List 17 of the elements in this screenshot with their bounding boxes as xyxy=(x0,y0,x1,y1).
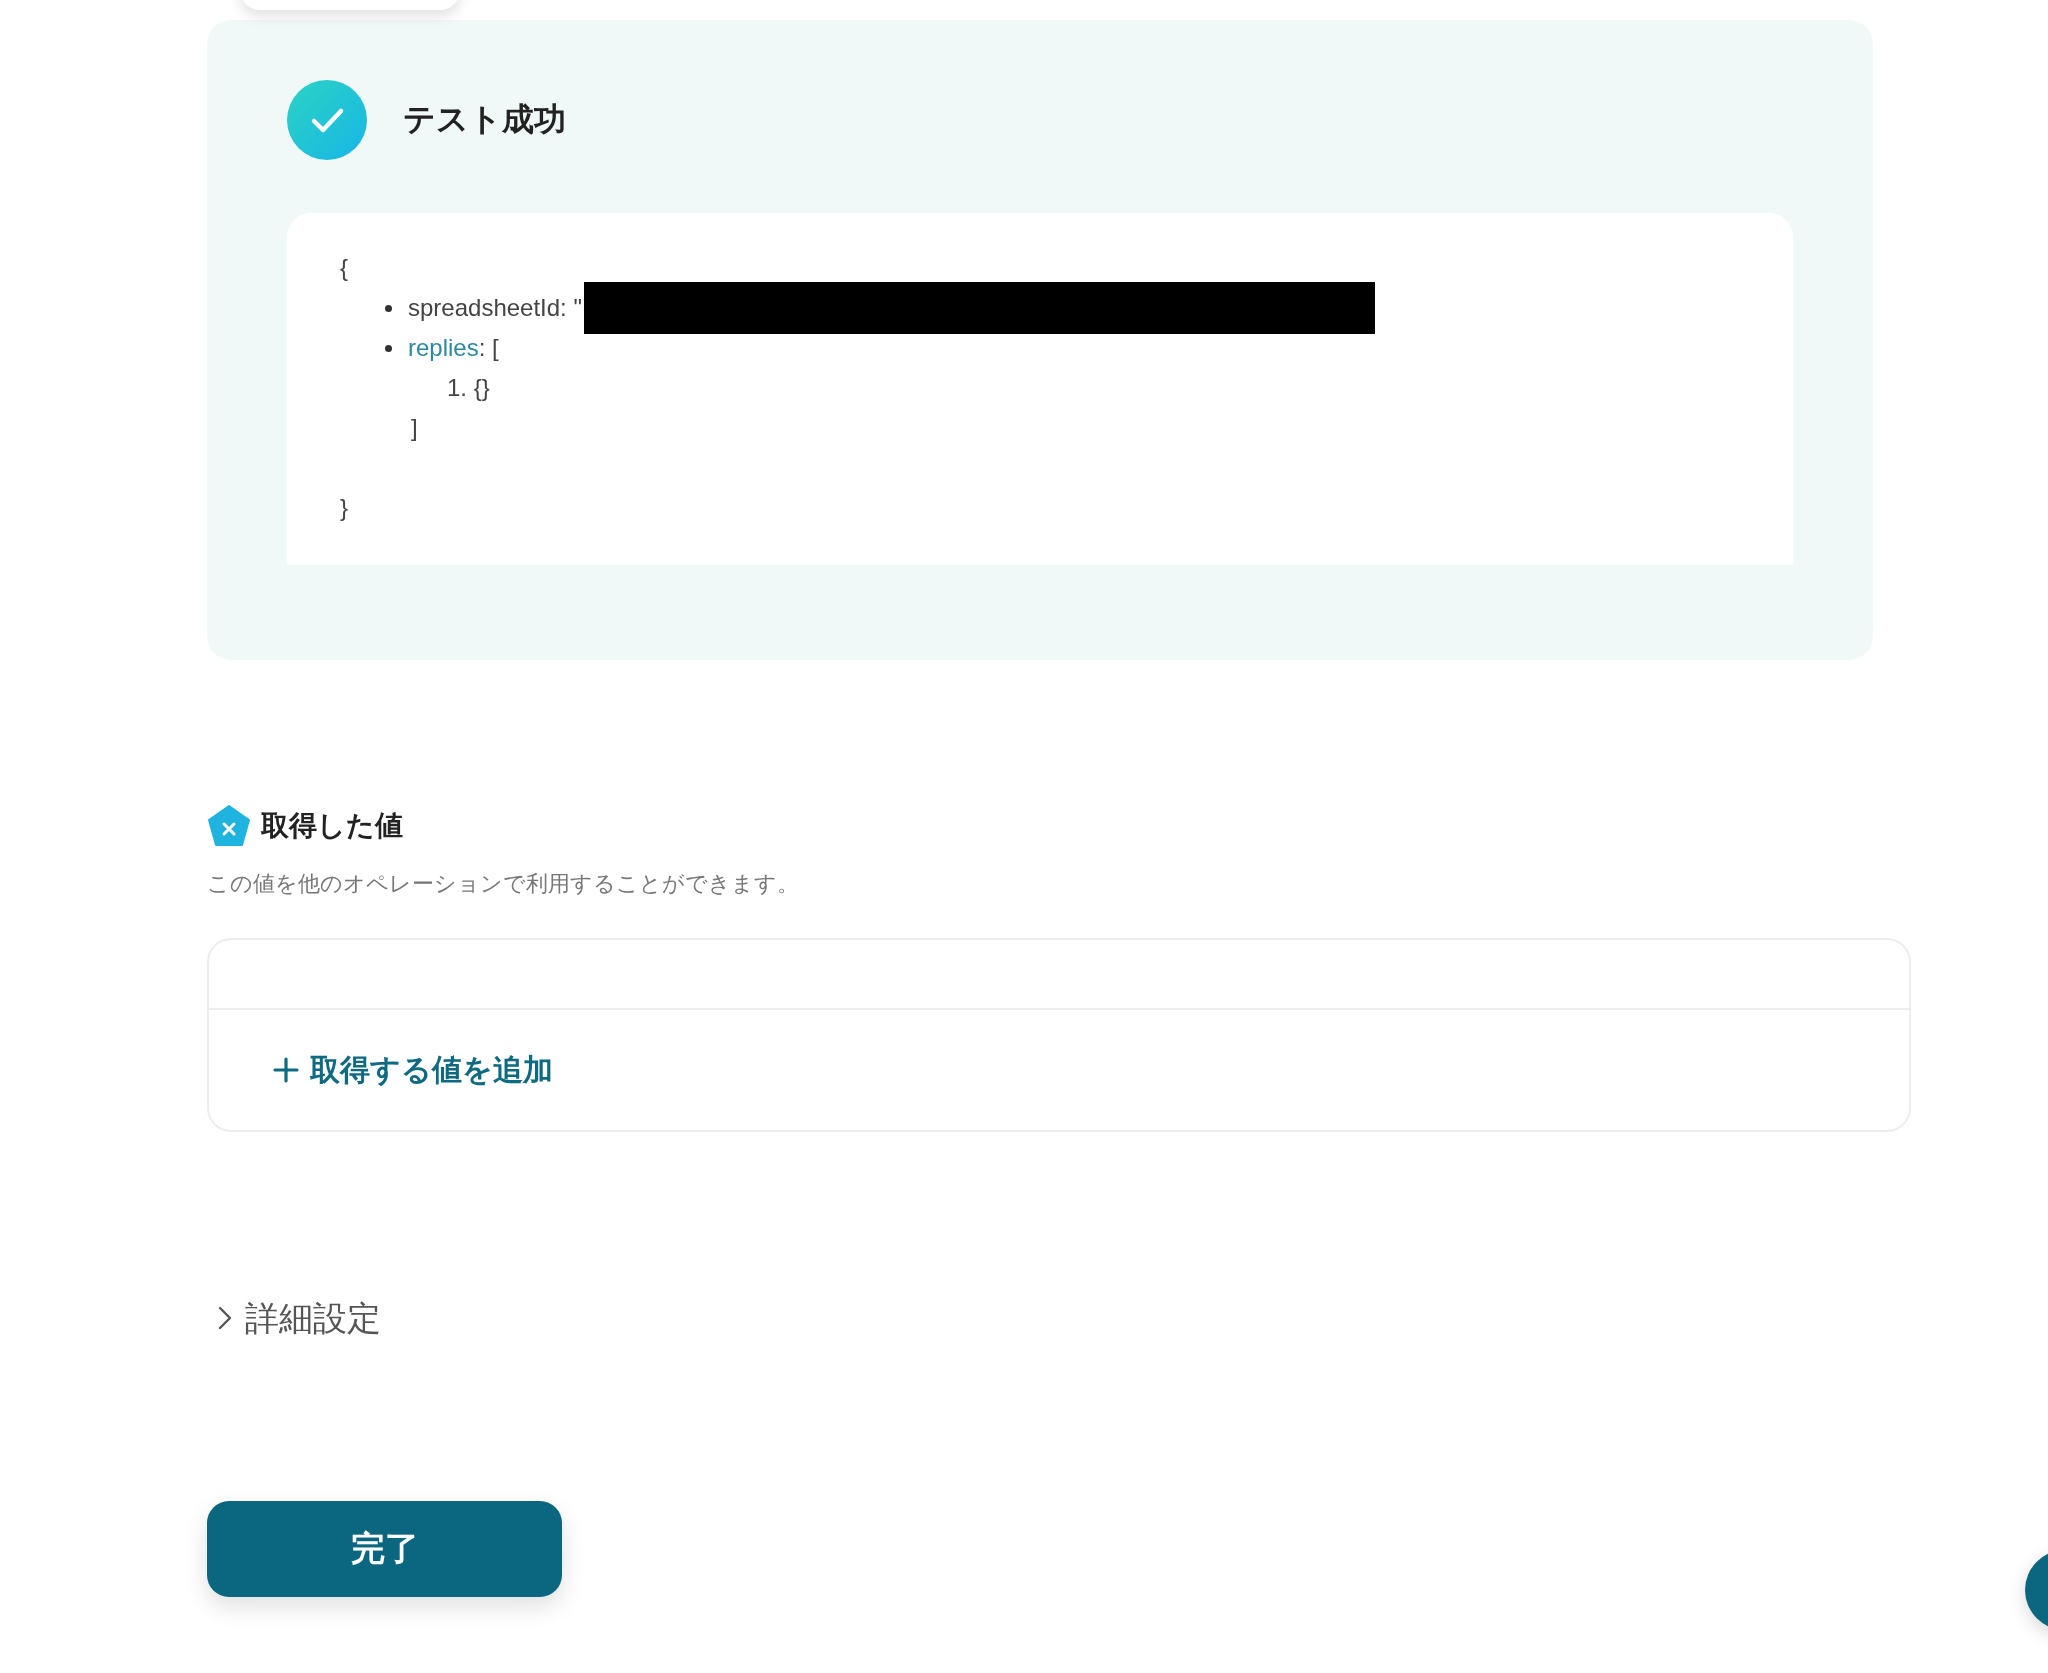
code-text: { xyxy=(340,253,348,283)
check-icon xyxy=(287,80,367,160)
code-text: ] xyxy=(411,413,418,443)
section-description: この値を他のオペレーションで利用することができます。 xyxy=(207,870,799,898)
done-button[interactable]: 完了 xyxy=(207,1501,562,1597)
advanced-settings-toggle[interactable]: 詳細設定 xyxy=(207,1296,381,1340)
add-value-link[interactable]: 取得する値を追加 xyxy=(272,1049,553,1091)
bullet-dot xyxy=(385,304,392,312)
plus-icon xyxy=(272,1056,300,1084)
bullet-dot xyxy=(385,344,392,352)
code-text: 1. {} xyxy=(447,373,490,403)
code-text: spreadsheetId: " xyxy=(408,293,582,323)
code-text: } xyxy=(340,493,348,523)
section-title: 取得した値 xyxy=(261,809,403,843)
pentagon-x-icon xyxy=(207,804,251,848)
result-title: テスト成功 xyxy=(403,100,566,139)
code-text: replies: [ xyxy=(408,333,499,363)
